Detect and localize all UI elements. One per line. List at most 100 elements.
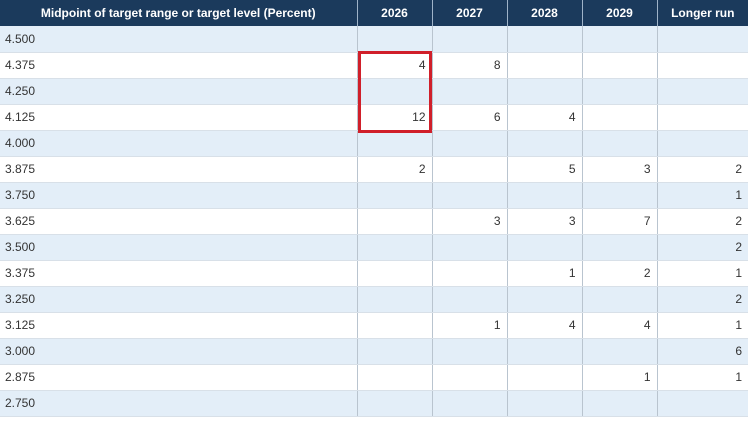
cell-2028	[507, 26, 583, 53]
cell-midpoint: 3.500	[0, 234, 358, 261]
cell-midpoint: 3.625	[0, 208, 358, 235]
cell-longer-run	[657, 52, 748, 79]
cell-2026	[357, 208, 433, 235]
cell-longer-run: 2	[657, 286, 748, 313]
cell-longer-run	[657, 26, 748, 53]
projections-table: Midpoint of target range or target level…	[0, 0, 748, 417]
cell-2028	[507, 52, 583, 79]
cell-2028: 1	[507, 260, 583, 287]
cell-2027: 8	[432, 52, 508, 79]
cell-2026	[357, 78, 433, 105]
cell-longer-run: 1	[657, 364, 748, 391]
cell-midpoint: 4.125	[0, 104, 358, 131]
header-row: Midpoint of target range or target level…	[0, 0, 748, 26]
column-header-2028[interactable]: 2028	[507, 0, 583, 26]
cell-2029	[582, 234, 658, 261]
cell-2029: 3	[582, 156, 658, 183]
cell-2026	[357, 286, 433, 313]
cell-2026	[357, 26, 433, 53]
cell-2027	[432, 260, 508, 287]
cell-2026	[357, 390, 433, 417]
cell-longer-run: 6	[657, 338, 748, 365]
cell-midpoint: 3.375	[0, 260, 358, 287]
cell-2029	[582, 390, 658, 417]
cell-2029	[582, 182, 658, 209]
column-header-midpoint[interactable]: Midpoint of target range or target level…	[0, 0, 358, 26]
cell-2028	[507, 364, 583, 391]
cell-2028	[507, 130, 583, 157]
cell-longer-run	[657, 130, 748, 157]
column-header-2029[interactable]: 2029	[582, 0, 658, 26]
cell-longer-run: 2	[657, 234, 748, 261]
table-row: 4.375 4 8	[0, 52, 748, 79]
cell-midpoint: 3.000	[0, 338, 358, 365]
cell-2026	[357, 312, 433, 339]
table-row: 2.875 1 1	[0, 364, 748, 391]
cell-2029	[582, 52, 658, 79]
cell-2027	[432, 156, 508, 183]
table-row: 4.500	[0, 26, 748, 53]
cell-2028	[507, 182, 583, 209]
cell-2027	[432, 234, 508, 261]
cell-2027	[432, 286, 508, 313]
cell-2028	[507, 390, 583, 417]
cell-2026	[357, 182, 433, 209]
table-row: 3.125 1 4 4 1	[0, 312, 748, 339]
cell-2027	[432, 364, 508, 391]
cell-longer-run	[657, 104, 748, 131]
cell-longer-run: 2	[657, 156, 748, 183]
table-row: 4.250	[0, 78, 748, 105]
cell-2028	[507, 234, 583, 261]
cell-2026	[357, 338, 433, 365]
table-row: 4.000	[0, 130, 748, 157]
table-row: 3.000 6	[0, 338, 748, 365]
table-row: 3.750 1	[0, 182, 748, 209]
cell-2026	[357, 234, 433, 261]
cell-longer-run: 2	[657, 208, 748, 235]
cell-2027: 1	[432, 312, 508, 339]
cell-2029	[582, 104, 658, 131]
cell-2028: 3	[507, 208, 583, 235]
cell-2027	[432, 26, 508, 53]
table-row: 4.125 12 6 4	[0, 104, 748, 131]
table-row: 3.250 2	[0, 286, 748, 313]
cell-2026: 4	[357, 52, 433, 79]
cell-2028	[507, 78, 583, 105]
table-row: 3.875 2 5 3 2	[0, 156, 748, 183]
dot-plot-table-view: Midpoint of target range or target level…	[0, 0, 748, 422]
cell-2029: 4	[582, 312, 658, 339]
cell-2027	[432, 182, 508, 209]
cell-midpoint: 4.375	[0, 52, 358, 79]
cell-2028	[507, 338, 583, 365]
cell-2028: 4	[507, 104, 583, 131]
cell-2029: 1	[582, 364, 658, 391]
cell-longer-run: 1	[657, 312, 748, 339]
cell-2028: 4	[507, 312, 583, 339]
table-row: 2.750	[0, 390, 748, 417]
cell-2029: 2	[582, 260, 658, 287]
cell-2026	[357, 260, 433, 287]
column-header-2026[interactable]: 2026	[357, 0, 433, 26]
table-body: 4.500 4.375 4 8 4.250 4.125 12 6 4 4.000 3.875 2 5 3 2…	[0, 26, 748, 417]
cell-2026: 12	[357, 104, 433, 131]
cell-midpoint: 2.750	[0, 390, 358, 417]
cell-2026	[357, 130, 433, 157]
cell-midpoint: 4.250	[0, 78, 358, 105]
table-row: 3.500 2	[0, 234, 748, 261]
cell-2027	[432, 338, 508, 365]
cell-2026	[357, 364, 433, 391]
cell-midpoint: 4.000	[0, 130, 358, 157]
column-header-2027[interactable]: 2027	[432, 0, 508, 26]
cell-midpoint: 3.125	[0, 312, 358, 339]
cell-2029	[582, 286, 658, 313]
cell-longer-run	[657, 390, 748, 417]
cell-2028	[507, 286, 583, 313]
table-row: 3.625 3 3 7 2	[0, 208, 748, 235]
cell-2027	[432, 390, 508, 417]
cell-2027	[432, 78, 508, 105]
cell-2029	[582, 130, 658, 157]
cell-longer-run: 1	[657, 182, 748, 209]
cell-midpoint: 3.250	[0, 286, 358, 313]
column-header-longer-run[interactable]: Longer run	[657, 0, 748, 26]
cell-midpoint: 3.875	[0, 156, 358, 183]
